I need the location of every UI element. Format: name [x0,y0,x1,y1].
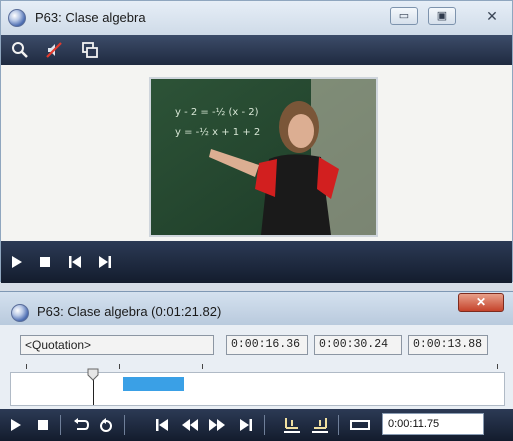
separator [60,415,61,435]
video-frame[interactable]: y - 2 = -½ (x - 2) y = -½ x + 1 + 2 [149,77,378,237]
timeline-tick [497,364,498,369]
player-titlebar[interactable]: P63: Clase algebra ▭ ▣ ✕ [1,1,512,35]
skip-back-icon[interactable] [67,254,83,270]
video-player-window: P63: Clase algebra ▭ ▣ ✕ y - 2 = -½ (x -… [0,0,513,283]
fast-forward-icon[interactable] [208,417,226,433]
skip-forward-icon[interactable] [97,254,113,270]
timeline-tick [202,364,203,369]
selected-segment[interactable] [123,377,184,391]
timeline-tick [119,364,120,369]
quotation-window: P63: Clase algebra (0:01:21.82) ✕ <Quota… [0,291,513,441]
play-icon[interactable] [10,254,24,270]
separator [124,415,125,435]
video-area: y - 2 = -½ (x - 2) y = -½ x + 1 + 2 [1,65,512,241]
app-globe-icon [11,304,29,322]
quotation-title: P63: Clase algebra (0:01:21.82) [37,304,222,319]
timecode-area: <Quotation> 0:00:16.36 0:00:30.24 0:00:1… [0,325,513,409]
stop-icon[interactable] [38,254,52,270]
current-time-field[interactable]: 0:00:11.75 [382,413,484,435]
timeline-tick [26,364,27,369]
quotation-controls: 0:00:11.75 [0,409,513,441]
rewind-icon[interactable] [181,417,199,433]
separator [338,415,339,435]
mute-icon[interactable] [45,41,63,59]
close-icon: ✕ [475,295,487,309]
set-start-icon[interactable] [282,416,302,434]
minimize-button[interactable]: ▭ [390,7,418,25]
board-line-2: y = -½ x + 1 + 2 [175,126,260,138]
minimize-icon: ▭ [398,10,410,22]
stop-icon[interactable] [36,418,50,432]
play-icon[interactable] [9,418,23,432]
start-time-field[interactable]: 0:00:16.36 [226,335,308,355]
rewind-loop-icon[interactable] [98,417,114,433]
board-line-1: y - 2 = -½ (x - 2) [175,106,259,118]
maximize-icon: ▣ [436,10,448,22]
duration-field[interactable]: 0:00:13.88 [408,335,488,355]
player-controls [1,241,512,283]
skip-back-icon[interactable] [154,417,170,433]
close-button[interactable]: ✕ [458,293,504,312]
app-globe-icon [8,9,26,27]
timeline-track[interactable] [10,368,505,406]
zoom-icon[interactable] [11,41,29,59]
create-quotation-icon[interactable] [350,418,370,432]
quotation-titlebar[interactable]: P63: Clase algebra (0:01:21.82) ✕ [0,292,513,325]
close-icon: ✕ [486,8,498,24]
player-title: P63: Clase algebra [35,10,146,25]
loop-icon[interactable] [72,417,90,433]
skip-forward-icon[interactable] [238,417,254,433]
maximize-button[interactable]: ▣ [428,7,456,25]
end-time-field[interactable]: 0:00:30.24 [314,335,402,355]
separator [264,415,265,435]
player-toolbar [1,35,512,65]
copy-windows-icon[interactable] [81,41,99,59]
close-button[interactable]: ✕ [476,7,508,25]
playhead-handle-icon[interactable] [86,367,100,381]
set-end-icon[interactable] [310,416,330,434]
quotation-name-field[interactable]: <Quotation> [20,335,214,355]
